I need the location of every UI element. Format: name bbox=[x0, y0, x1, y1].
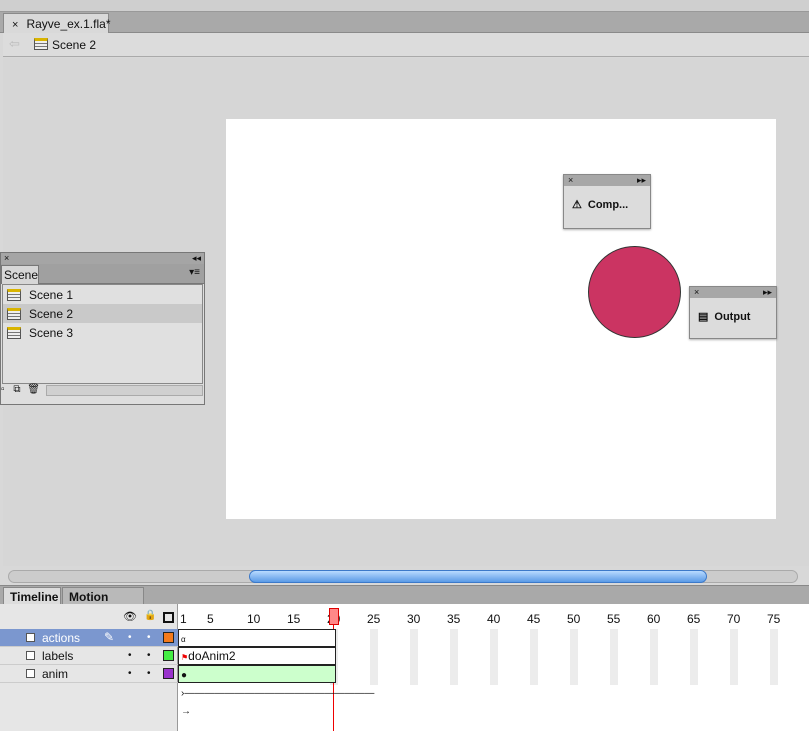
frame-column-marker bbox=[490, 629, 498, 685]
scene-name: Scene 2 bbox=[29, 306, 74, 321]
frame-span-anim[interactable]: ● ›———————————————————→ bbox=[178, 665, 374, 717]
panel-menu-icon[interactable]: ▾≡ bbox=[189, 267, 200, 278]
layer-color-swatch[interactable] bbox=[163, 650, 174, 661]
document-tab[interactable]: × Rayve_ex.1.fla* bbox=[3, 13, 111, 33]
back-arrow-icon[interactable]: ⇦ bbox=[9, 36, 20, 52]
horizontal-scrollbar[interactable] bbox=[46, 385, 203, 396]
frame-span-actions[interactable]: α bbox=[178, 629, 336, 647]
frame-tick-label: 70 bbox=[727, 612, 741, 626]
layer-name[interactable]: labels bbox=[42, 649, 73, 663]
lock-dot[interactable]: • bbox=[147, 650, 151, 661]
frame-tick-label: 25 bbox=[367, 612, 381, 626]
scene-item[interactable]: Scene 3 bbox=[3, 323, 202, 342]
close-icon[interactable]: × bbox=[4, 253, 9, 264]
frame-tick-label: 10 bbox=[247, 612, 261, 626]
add-scene-icon[interactable]: ▫ bbox=[1, 384, 5, 395]
layer-icon bbox=[26, 633, 35, 642]
scene-name: Scene 3 bbox=[29, 325, 74, 340]
panel-label: Comp... bbox=[587, 198, 629, 211]
layer-row-anim[interactable]: anim • • bbox=[0, 665, 178, 683]
circle-shape[interactable] bbox=[588, 246, 681, 338]
frame-column-marker bbox=[370, 629, 378, 685]
eye-icon[interactable]: 👁 bbox=[123, 610, 137, 623]
frame-column-marker bbox=[530, 629, 538, 685]
tab-timeline[interactable]: Timeline bbox=[3, 587, 61, 604]
output-panel[interactable]: × ▸▸ ▤ Output bbox=[689, 286, 777, 339]
outline-icon[interactable] bbox=[163, 612, 174, 623]
frame-label: doAnim2 bbox=[188, 649, 236, 663]
frame-column-marker bbox=[730, 629, 738, 685]
layer-icon bbox=[26, 651, 35, 660]
tab-motion-editor[interactable]: Motion Editor bbox=[62, 587, 144, 618]
close-icon[interactable]: × bbox=[694, 287, 699, 298]
scene-tab[interactable]: Scene bbox=[1, 265, 39, 284]
frame-span-labels[interactable]: ⚑doAnim2 bbox=[178, 647, 336, 665]
frame-tick-label: 5 bbox=[207, 612, 214, 626]
frame-tick-label: 55 bbox=[607, 612, 621, 626]
frame-tick-label: 65 bbox=[687, 612, 701, 626]
close-icon[interactable]: × bbox=[568, 175, 573, 186]
frame-tick-label: 40 bbox=[487, 612, 501, 626]
scene-name: Scene 1 bbox=[29, 287, 74, 302]
stage-scrollbar-thumb[interactable] bbox=[249, 570, 707, 583]
action-keyframe-icon: α bbox=[181, 635, 186, 644]
layer-color-swatch[interactable] bbox=[163, 632, 174, 643]
pencil-icon: ✎ bbox=[104, 630, 115, 644]
output-icon: ▤ bbox=[698, 311, 709, 323]
scene-item[interactable]: Scene 2 bbox=[3, 304, 202, 323]
delete-scene-icon[interactable]: 🗑 bbox=[27, 384, 40, 395]
scene-clapper-icon bbox=[7, 307, 21, 320]
visibility-dot[interactable]: • bbox=[128, 668, 132, 679]
frame-column-marker bbox=[570, 629, 578, 685]
frame-column-marker bbox=[410, 629, 418, 685]
layer-row-labels[interactable]: labels • • bbox=[0, 647, 178, 665]
frame-column-marker bbox=[610, 629, 618, 685]
frame-tick-label: 30 bbox=[407, 612, 421, 626]
current-scene-label: Scene 2 bbox=[52, 38, 97, 52]
window-top-bar bbox=[0, 0, 809, 12]
panel-label: Output bbox=[714, 310, 751, 323]
document-tab-label: Rayve_ex.1.fla* bbox=[26, 17, 111, 31]
compiler-errors-panel[interactable]: × ▸▸ ⚠ Comp... bbox=[563, 174, 651, 229]
lock-dot[interactable]: • bbox=[147, 668, 151, 679]
document-tab-bar bbox=[0, 12, 809, 33]
frame-tick-label: 35 bbox=[447, 612, 461, 626]
frame-tick-label: 60 bbox=[647, 612, 661, 626]
scene-clapper-icon bbox=[34, 38, 48, 50]
layer-row-actions[interactable]: actions ✎ • • bbox=[0, 629, 178, 647]
lock-dot[interactable]: • bbox=[147, 632, 151, 643]
expand-icon[interactable]: ▸▸ bbox=[763, 287, 772, 298]
layer-color-swatch[interactable] bbox=[163, 668, 174, 679]
playhead[interactable] bbox=[329, 608, 339, 625]
visibility-dot[interactable]: • bbox=[128, 650, 132, 661]
close-icon[interactable]: × bbox=[12, 19, 18, 31]
frame-tick-label: 45 bbox=[527, 612, 541, 626]
frame-column-marker bbox=[450, 629, 458, 685]
scene-clapper-icon bbox=[7, 288, 21, 301]
warning-icon: ⚠ bbox=[572, 199, 582, 211]
lock-icon[interactable]: 🔒 bbox=[144, 610, 156, 621]
frame-tick-label: 1 bbox=[180, 612, 187, 626]
timeline-tabs: Timeline Motion Editor bbox=[0, 586, 809, 618]
visibility-dot[interactable]: • bbox=[128, 632, 132, 643]
layer-name[interactable]: actions bbox=[42, 631, 80, 645]
frame-column-marker bbox=[690, 629, 698, 685]
duplicate-scene-icon[interactable]: ⧉ bbox=[13, 384, 20, 395]
frame-tick-label: 50 bbox=[567, 612, 581, 626]
scene-clapper-icon bbox=[7, 326, 21, 339]
layer-name[interactable]: anim bbox=[42, 667, 68, 681]
edit-bar: ⇦ Scene 2 bbox=[3, 33, 809, 57]
collapse-icon[interactable]: ◂◂ bbox=[192, 253, 201, 264]
scene-panel: × ◂◂ Scene ▾≡ Scene 1 Scene 2 Scene 3 ▫ ⧉ … bbox=[0, 252, 205, 405]
frame-tick-label: 15 bbox=[287, 612, 301, 626]
scene-item[interactable]: Scene 1 bbox=[3, 285, 202, 304]
layer-icon bbox=[26, 669, 35, 678]
expand-icon[interactable]: ▸▸ bbox=[637, 175, 646, 186]
frame-column-marker bbox=[650, 629, 658, 685]
frame-tick-label: 75 bbox=[767, 612, 781, 626]
frame-column-marker bbox=[770, 629, 778, 685]
